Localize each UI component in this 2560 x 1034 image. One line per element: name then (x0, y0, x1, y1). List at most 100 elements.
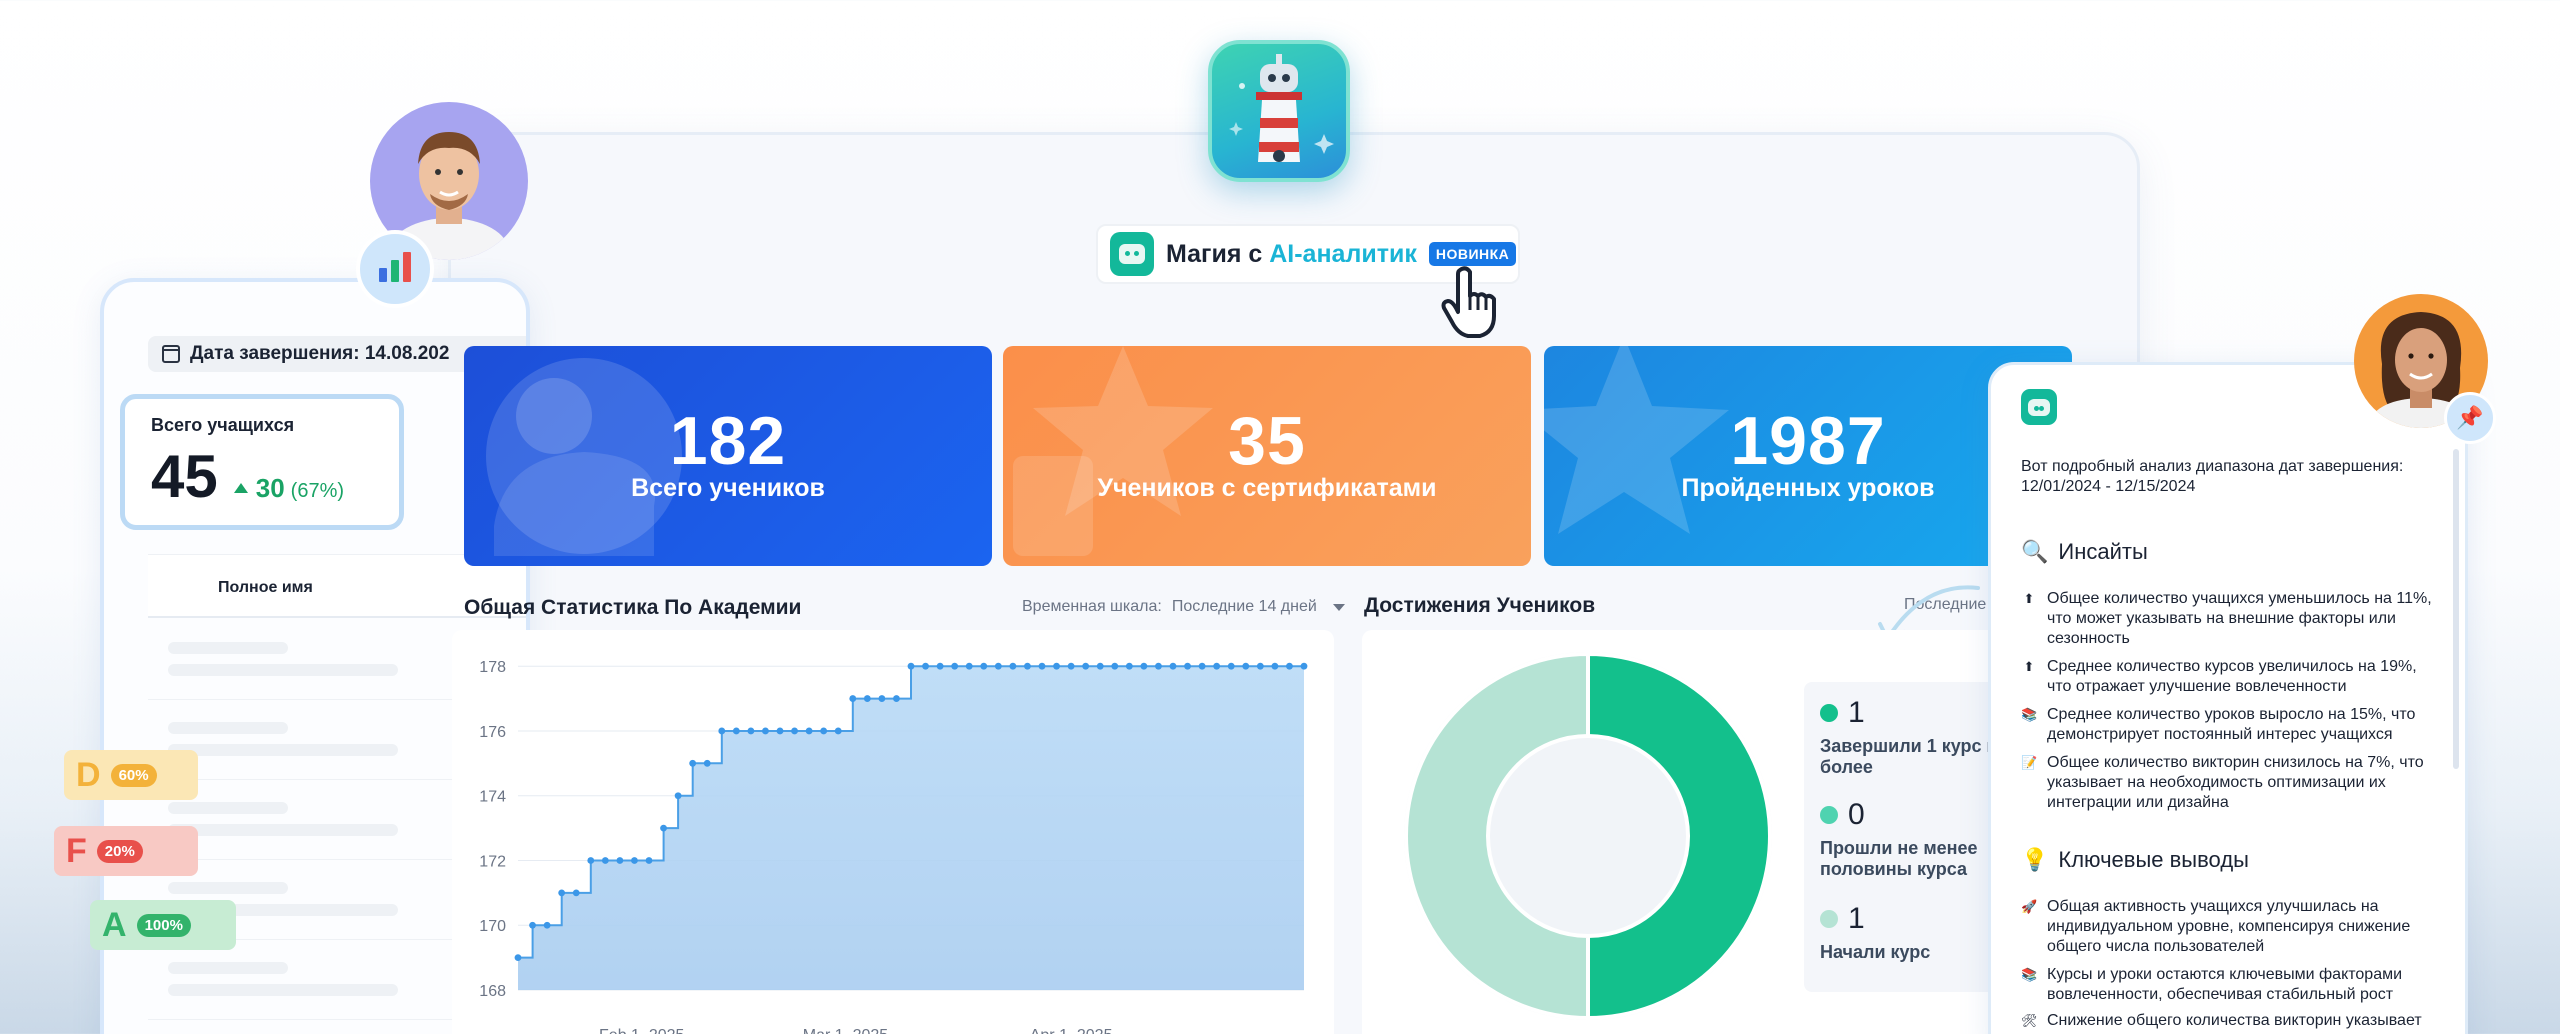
academy-area-chart: 168 170 172 174 176 178 Feb 1, 2025 Mar 1, 2025… (452, 630, 1334, 1034)
data-point (1096, 662, 1104, 670)
legend-dot (1820, 806, 1838, 824)
legend-item-started[interactable]: 1 Начали курс (1820, 902, 2010, 963)
stat-students-value: 182 (669, 403, 787, 479)
data-point (1082, 662, 1090, 670)
legend-item-completed[interactable]: 1 Завершили 1 курс и более (1820, 696, 2010, 778)
data-point (703, 759, 711, 767)
data-point (1300, 662, 1308, 670)
conclusion-item: 🛠 Снижение общего количества викторин ука… (2021, 1012, 2422, 1029)
scrollbar[interactable] (2453, 449, 2459, 769)
grade-chip-d: D 60% (64, 750, 198, 800)
data-point (820, 727, 828, 735)
data-point (951, 662, 959, 670)
data-point (863, 695, 871, 702)
data-point (616, 857, 624, 864)
x-tick-label: Feb 1, 2025 (599, 1027, 685, 1034)
data-point (1111, 662, 1119, 670)
hand-pointer-icon (1441, 266, 1496, 338)
timescale-value: Последние 14 дней (1171, 598, 1317, 615)
data-point (558, 889, 566, 897)
total-students-card: Всего учащихся 45 30 (67%) (120, 394, 404, 530)
data-point (660, 824, 667, 832)
timescale-selector[interactable]: Временная шкала: Последние 14 дней (1022, 598, 1345, 616)
data-point (1256, 662, 1264, 670)
legend-item-half[interactable]: 0 Прошли не менее половины курса (1820, 798, 2010, 880)
data-point (1024, 662, 1031, 670)
new-badge: НОВИНКА (1428, 242, 1517, 266)
robot-icon (1110, 232, 1154, 276)
data-point (601, 857, 609, 864)
legend-value: 0 (1848, 798, 1865, 831)
y-tick-label: 174 (479, 789, 506, 806)
data-point (762, 727, 769, 735)
data-point (994, 662, 1002, 670)
data-point (849, 695, 857, 702)
x-tick-label: Mar 1, 2025 (803, 1027, 888, 1034)
data-point (965, 662, 973, 670)
data-point (834, 727, 842, 735)
lightbulb-icon: 💡 (2021, 847, 2049, 872)
data-point (747, 727, 755, 735)
data-point (893, 695, 900, 702)
data-point (1184, 662, 1191, 670)
books-icon: 📚 (2021, 967, 2038, 982)
robot-icon (2021, 389, 2057, 425)
stat-card-certificates[interactable]: 35 Учеников с сертификатами (1003, 346, 1531, 566)
data-point (1053, 662, 1060, 670)
data-point (631, 857, 638, 864)
data-point (1198, 662, 1206, 670)
y-tick-label: 172 (479, 853, 506, 870)
y-tick-label: 176 (479, 724, 506, 741)
grade-letter: F (66, 831, 87, 870)
data-point (1009, 662, 1017, 670)
data-point (514, 954, 522, 962)
insight-item: 📚 Среднее количество уроков выросло на 15… (2021, 706, 2416, 743)
data-point (1286, 662, 1293, 670)
memo-icon: 📝 (2021, 755, 2038, 770)
calendar-icon (162, 345, 180, 363)
data-point (543, 921, 551, 929)
area-fill (518, 666, 1304, 990)
legend-label: Прошли не менее половины курса (1820, 838, 1978, 879)
data-point (1125, 662, 1133, 670)
data-point (907, 662, 915, 670)
data-point (805, 727, 813, 735)
grade-chip-f: F 20% (54, 826, 198, 876)
insights-intro: Вот подробный анализ диапазона дат завер… (2021, 458, 2404, 495)
legend-value: 1 (1848, 696, 1865, 729)
ai-chip-accent: AI-аналитик (1269, 239, 1417, 268)
rocket-icon: 🚀 (2021, 899, 2038, 914)
total-students-value: 45 (151, 443, 218, 510)
data-point (936, 662, 944, 670)
x-tick-label: Apr 1, 2025 (1030, 1027, 1113, 1034)
data-point (1242, 662, 1250, 670)
ai-insights-panel: Вот подробный анализ диапазона дат завер… (1988, 362, 2468, 1034)
students-delta: 30 (67%) (233, 473, 344, 504)
stat-certificates-value: 35 (1228, 403, 1306, 479)
data-point (587, 857, 595, 864)
y-tick-label: 168 (479, 983, 506, 1000)
pin-icon: 📌 (2444, 392, 2496, 444)
data-point (689, 759, 697, 767)
stat-certificates-label: Учеников с сертификатами (1097, 474, 1437, 502)
data-point (1140, 662, 1148, 670)
data-point (922, 662, 929, 670)
students-delta-value: 30 (255, 473, 285, 503)
books-icon: 📚 (2021, 707, 2038, 722)
insight-item: ⬆ Среднее количество курсов увеличилось н… (2021, 657, 2443, 697)
conclusions-heading: 💡 Ключевые выводы (2021, 847, 2249, 872)
data-point (980, 662, 988, 670)
achievements-legend: 1 Завершили 1 курс и более 0 Прошли не м… (1804, 682, 2014, 992)
ai-chip-prefix: Магия с (1166, 239, 1263, 268)
legend-label: Начали курс (1820, 942, 1931, 962)
y-tick-label: 170 (479, 918, 506, 935)
achievements-title: Достижения Учеников (1364, 594, 1596, 617)
conclusion-item: 🚀 Общая активность учащихся улучшилась на… (2021, 898, 2411, 955)
data-point (1067, 662, 1075, 670)
conclusion-item: 📚 Курсы и уроки остаются ключевыми фактор… (2021, 966, 2403, 1003)
grade-percent: 20% (96, 839, 143, 863)
data-point (529, 921, 536, 929)
insights-heading: 🔍 Инсайты (2021, 539, 2148, 564)
legend-dot (1820, 910, 1838, 928)
stat-card-total-students[interactable]: 182 Всего учеников (464, 346, 992, 566)
